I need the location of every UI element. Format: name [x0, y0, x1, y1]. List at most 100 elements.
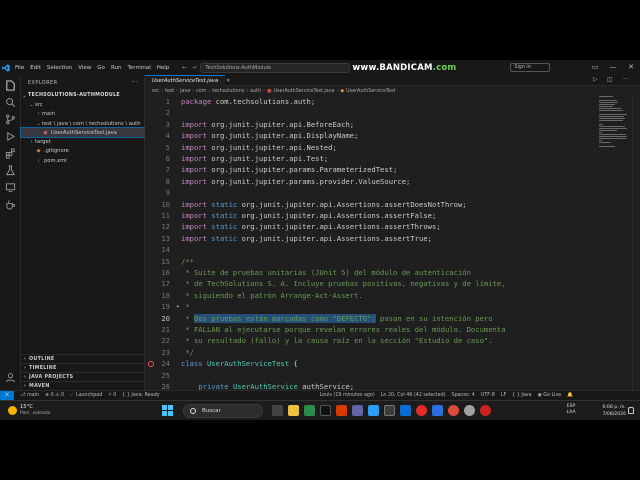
code-line[interactable]: 17 * de TechSolutions S. A. Incluye prue…: [145, 278, 585, 289]
code-line[interactable]: 2: [145, 107, 585, 118]
code-line[interactable]: 19 * ✦: [145, 301, 585, 312]
task-view-icon[interactable]: [272, 405, 283, 416]
apple-tv-icon[interactable]: [320, 405, 331, 416]
bandicam-icon[interactable]: [480, 405, 491, 416]
code-line[interactable]: 12 import static org.junit.jupiter.api.As…: [145, 221, 585, 232]
code-line[interactable]: 11 import static org.junit.jupiter.api.As…: [145, 210, 585, 221]
chrome-icon[interactable]: [448, 405, 459, 416]
run-icon[interactable]: ▷: [593, 76, 598, 83]
remote-indicator-icon[interactable]: ⟩⟨: [0, 390, 14, 401]
teams-icon[interactable]: [352, 405, 363, 416]
code-line[interactable]: 8 import org.junit.jupiter.params.provide…: [145, 176, 585, 187]
ports-status[interactable]: ⚡ 0: [108, 393, 116, 398]
layout-icon[interactable]: ▭: [586, 60, 604, 75]
code-line[interactable]: 25: [145, 370, 585, 381]
code-line[interactable]: 23 */: [145, 347, 585, 358]
java-projects-icon[interactable]: [4, 198, 16, 210]
breadcrumb-item[interactable]: UserAuthServiceTest: [346, 89, 395, 94]
code-line[interactable]: 6 import org.junit.jupiter.api.Test;: [145, 153, 585, 164]
code-line[interactable]: 21 * FALLAN al ejecutarse porque revelan…: [145, 324, 585, 335]
word-doc-icon[interactable]: [432, 405, 443, 416]
menu-file[interactable]: File: [12, 65, 27, 71]
blame-status[interactable]: Louis (19 minutes ago): [320, 393, 375, 398]
launchpad-status[interactable]: ☄ Launchpad: [70, 393, 102, 398]
minimize-icon[interactable]: —: [604, 60, 622, 75]
vertical-scrollbar[interactable]: [632, 96, 640, 405]
section-timeline[interactable]: › TIMELINE: [21, 363, 145, 372]
golive-button[interactable]: ◉ Go Live: [538, 393, 562, 398]
code-line[interactable]: 14: [145, 244, 585, 255]
command-center[interactable]: TechSolutions-AuthModule: [200, 62, 351, 73]
section-outline[interactable]: › OUTLINE: [21, 354, 145, 363]
close-icon[interactable]: ✕: [622, 60, 640, 75]
code-line[interactable]: 7 import org.junit.jupiter.params.Paramet…: [145, 164, 585, 175]
code-line[interactable]: 18 * siguiendo el patrón Arrange-Act-Ass…: [145, 290, 585, 301]
weather-widget[interactable]: 15°C Parc. soleado: [6, 403, 66, 419]
minimap[interactable]: [599, 96, 629, 156]
search-icon[interactable]: [4, 96, 16, 108]
word-icon[interactable]: [400, 405, 411, 416]
breadcrumb-item[interactable]: techsolutions: [212, 89, 244, 94]
java-status[interactable]: { } Java: Ready: [122, 393, 159, 398]
menu-run[interactable]: Run: [108, 65, 125, 71]
workspace-root[interactable]: ⌄ TECHSOLUTIONS-AUTHMODULE: [21, 91, 145, 100]
tree-item-target[interactable]: › target: [21, 137, 145, 146]
more-actions-icon[interactable]: ···: [623, 76, 629, 83]
menu-terminal[interactable]: Terminal: [124, 65, 153, 71]
code-view[interactable]: 1 package com.techsolutions.auth; 2 3 import…: [145, 96, 585, 405]
code-line[interactable]: 20 * Dos pruebas están marcadas como "DE…: [145, 313, 585, 324]
source-control-icon[interactable]: [4, 113, 16, 125]
tab-user-auth-service-test[interactable]: UserAuthServiceTest.java ✕: [145, 75, 230, 86]
tree-item-test-file[interactable]: ◉ UserAuthServiceTest.java: [20, 127, 146, 139]
problems-status[interactable]: ⊗ 0 ⚠ 0: [45, 393, 64, 398]
opera-icon[interactable]: [416, 405, 427, 416]
breadcrumb-item[interactable]: src: [152, 89, 159, 94]
breadcrumb-item[interactable]: auth: [250, 89, 261, 94]
section-maven[interactable]: › MAVEN: [21, 381, 145, 390]
account-icon[interactable]: [4, 371, 16, 383]
encoding-status[interactable]: UTF-8: [481, 393, 495, 398]
remote-explorer-icon[interactable]: [4, 181, 16, 193]
extensions-icon[interactable]: [4, 147, 16, 159]
signin-button[interactable]: Sign in: [510, 63, 551, 72]
breadcrumb-item[interactable]: UserAuthServiceTest.java: [274, 89, 335, 94]
app-icon[interactable]: [464, 405, 475, 416]
notifications-icon[interactable]: 🔔: [567, 393, 573, 398]
testing-icon[interactable]: [4, 164, 16, 176]
code-line[interactable]: 24 class UserAuthServiceTest {: [145, 358, 585, 369]
more-actions-icon[interactable]: ···: [131, 78, 138, 86]
language-mode[interactable]: { } Java: [512, 393, 531, 398]
lightbulb-icon[interactable]: ✦: [176, 301, 180, 312]
explorer-icon[interactable]: [4, 79, 16, 91]
branch-status[interactable]: ⎇ main: [20, 393, 39, 398]
menu-selection[interactable]: Selection: [44, 65, 75, 71]
indentation-status[interactable]: Spaces: 4: [452, 393, 475, 398]
menu-go[interactable]: Go: [94, 65, 108, 71]
taskbar-search[interactable]: Buscar: [183, 404, 263, 418]
breadcrumb-item[interactable]: java: [180, 89, 190, 94]
code-line[interactable]: 3 import org.junit.jupiter.api.BeforeEach…: [145, 119, 585, 130]
tree-item-gitignore[interactable]: ◆ .gitignore: [21, 147, 145, 156]
code-line[interactable]: 4 import org.junit.jupiter.api.DisplayNam…: [145, 130, 585, 141]
file-explorer-icon[interactable]: [288, 405, 299, 416]
menu-edit[interactable]: Edit: [27, 65, 44, 71]
cursor-position[interactable]: Ln 20, Col 46 (42 selected): [381, 393, 446, 398]
tree-item-src[interactable]: ⌄ src: [21, 100, 145, 109]
code-line[interactable]: 15 /**: [145, 256, 585, 267]
office-icon[interactable]: [336, 405, 347, 416]
terminal-icon[interactable]: [384, 405, 395, 416]
code-line[interactable]: 22 * su resultado (fallo) y la causa raí…: [145, 335, 585, 346]
tree-item-main[interactable]: › main: [21, 110, 145, 119]
code-line[interactable]: 1 package com.techsolutions.auth;: [145, 96, 585, 107]
run-debug-icon[interactable]: [4, 130, 16, 142]
breadcrumb-item[interactable]: test: [165, 89, 174, 94]
section-java-projects[interactable]: › JAVA PROJECTS: [21, 372, 145, 381]
code-line[interactable]: 13 import static org.junit.jupiter.api.As…: [145, 233, 585, 244]
code-line[interactable]: 10 import static org.junit.jupiter.api.As…: [145, 199, 585, 210]
menu-help[interactable]: Help: [154, 65, 173, 71]
close-tab-icon[interactable]: ✕: [226, 78, 230, 84]
eol-status[interactable]: LF: [501, 393, 506, 398]
menu-view[interactable]: View: [75, 65, 94, 71]
edge-icon[interactable]: [304, 405, 315, 416]
breadcrumb-item[interactable]: com: [196, 89, 206, 94]
